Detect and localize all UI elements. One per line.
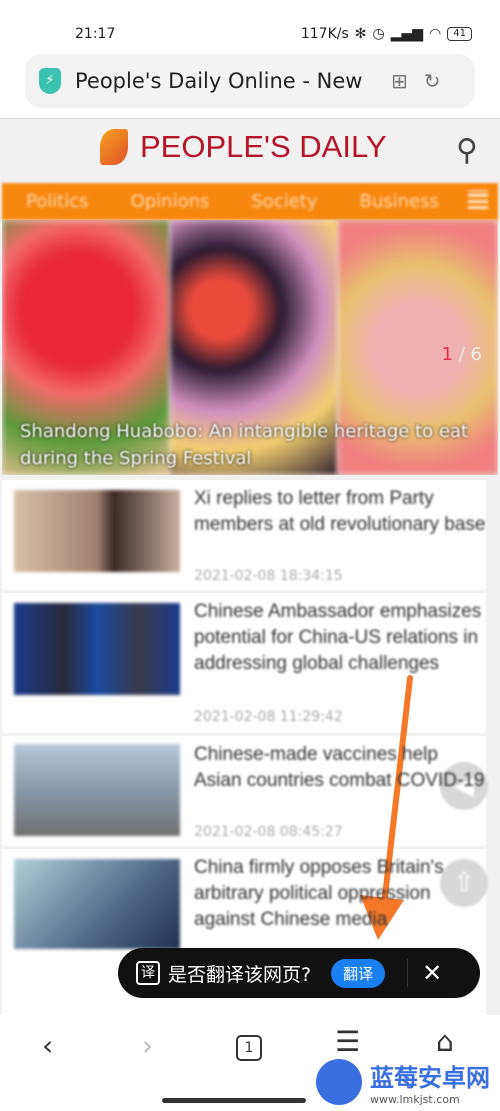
forward-icon[interactable]: ›: [142, 1029, 153, 1062]
translate-icon: 译: [136, 961, 160, 985]
tabs-button[interactable]: 1: [236, 1035, 262, 1061]
home-icon[interactable]: ⌂: [436, 1025, 454, 1058]
translate-button[interactable]: 翻译: [331, 958, 386, 988]
translate-message: 是否翻译该网页?: [168, 963, 312, 986]
watermark-logo-icon: [316, 1059, 362, 1105]
article-title[interactable]: Xi replies to letter from Party members …: [194, 486, 486, 538]
watermark-url: www.lmkjst.com: [370, 1093, 460, 1106]
watermark: 蓝莓安卓网 www.lmkjst.com: [316, 1058, 490, 1106]
watermark-name-text: 蓝莓安卓网: [370, 1064, 490, 1092]
home-indicator[interactable]: [162, 1098, 306, 1103]
article-title[interactable]: Chinese Ambassador emphasizes potential …: [194, 599, 486, 677]
close-icon[interactable]: ✕: [407, 959, 442, 987]
annotation-arrow-icon: [360, 675, 413, 940]
watermark-name: 蓝莓安卓网: [370, 1058, 490, 1093]
article-title[interactable]: China firmly opposes Britain's arbitrary…: [194, 855, 486, 933]
back-icon[interactable]: ‹: [42, 1029, 53, 1062]
menu-icon[interactable]: ☰: [335, 1025, 360, 1058]
article-date: 2021-02-08 11:29:42: [194, 709, 343, 725]
article-date: 2021-02-08 08:45:27: [194, 824, 343, 840]
article-date: 2021-02-08 18:34:15: [194, 568, 343, 584]
translate-prompt: 译 是否翻译该网页? 翻译 ✕: [118, 948, 480, 998]
article-title[interactable]: Chinese-made vaccines help Asian countri…: [194, 742, 486, 794]
